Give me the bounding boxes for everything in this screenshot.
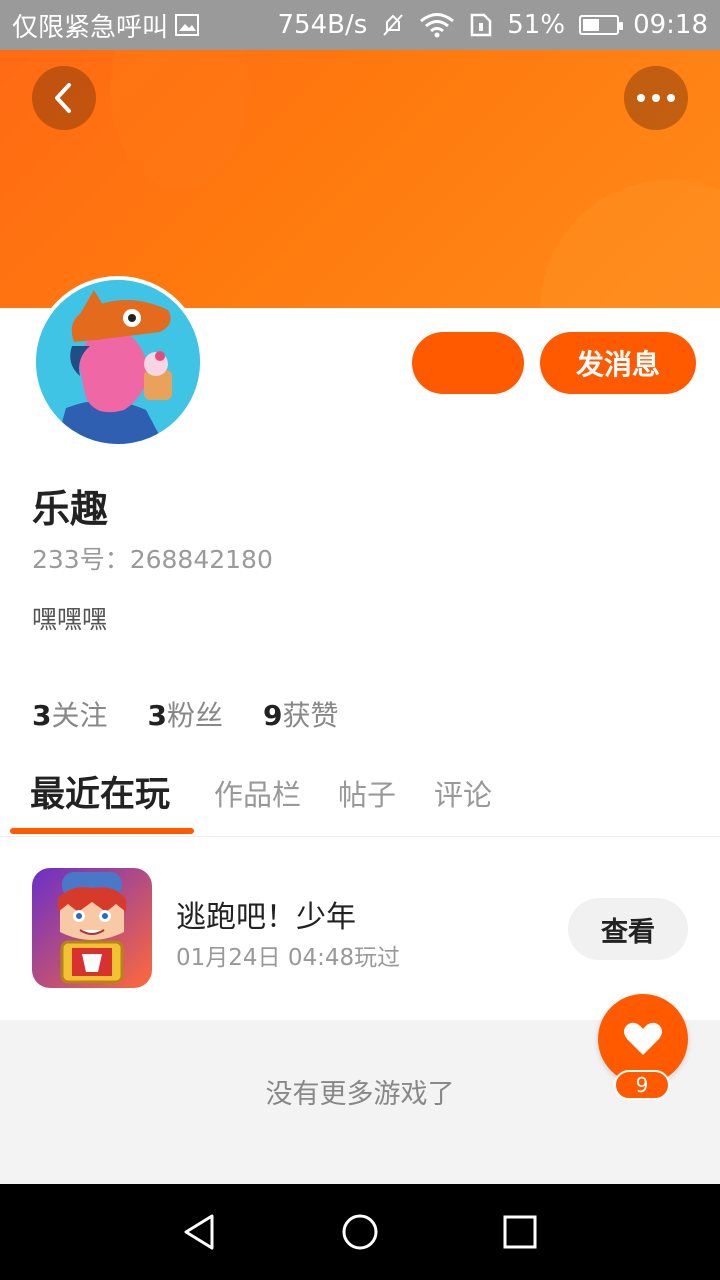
image-icon bbox=[174, 13, 200, 37]
battery-fill bbox=[583, 19, 600, 31]
heart-icon bbox=[624, 1022, 662, 1055]
active-tab-indicator bbox=[10, 828, 194, 834]
stat-followers[interactable]: 3粉丝 bbox=[148, 694, 224, 734]
carrier-text: 仅限紧急呼叫 bbox=[12, 12, 169, 43]
game-icon bbox=[32, 868, 152, 988]
avatar-image bbox=[36, 280, 200, 444]
stat-label: 获赞 bbox=[282, 699, 339, 732]
more-dots-icon bbox=[637, 94, 675, 102]
username: 乐趣 bbox=[32, 487, 109, 531]
battery-icon bbox=[579, 15, 624, 35]
home-circle-icon bbox=[342, 1214, 378, 1250]
avatar[interactable] bbox=[32, 276, 204, 448]
battery-percent: 51% bbox=[507, 10, 566, 40]
stat-label: 粉丝 bbox=[166, 699, 223, 732]
like-count-badge: 9 bbox=[614, 1070, 670, 1100]
nav-back-button[interactable] bbox=[178, 1210, 222, 1254]
clock: 09:18 bbox=[633, 10, 708, 40]
user-bio: 嘿嘿嘿 bbox=[32, 605, 108, 634]
banner-decoration bbox=[540, 180, 720, 308]
game-played-time: 01月24日 04:48玩过 bbox=[176, 945, 401, 971]
nav-recents-button[interactable] bbox=[498, 1210, 542, 1254]
net-speed: 754B/s bbox=[277, 10, 368, 40]
tab-works[interactable]: 作品栏 bbox=[214, 772, 301, 814]
nav-home-button[interactable] bbox=[338, 1210, 382, 1254]
recent-square-icon bbox=[503, 1215, 537, 1249]
banner-decoration bbox=[110, 50, 250, 190]
list-item[interactable]: 逃跑吧！少年 01月24日 04:48玩过 查看 bbox=[0, 838, 720, 1020]
status-bar: 仅限紧急呼叫 754B/s 51% 09:18 bbox=[0, 0, 720, 50]
wifi-icon bbox=[419, 12, 455, 38]
stat-likes[interactable]: 9获赞 bbox=[263, 694, 339, 734]
back-button[interactable] bbox=[32, 66, 96, 130]
send-message-button[interactable]: 发消息 bbox=[540, 332, 696, 394]
profile-banner bbox=[0, 50, 720, 308]
empty-list-text: 没有更多游戏了 bbox=[265, 1079, 455, 1110]
view-button[interactable]: 查看 bbox=[568, 898, 688, 960]
back-triangle-icon bbox=[184, 1214, 214, 1250]
mute-icon bbox=[381, 12, 405, 38]
chevron-left-icon bbox=[55, 83, 71, 113]
status-left: 仅限紧急呼叫 bbox=[12, 7, 200, 44]
stat-following[interactable]: 3关注 bbox=[32, 694, 108, 734]
stat-count: 9 bbox=[263, 699, 283, 732]
follow-button[interactable] bbox=[412, 332, 524, 394]
game-title: 逃跑吧！少年 bbox=[176, 900, 356, 935]
more-button[interactable] bbox=[624, 66, 688, 130]
navigation-bar bbox=[0, 1184, 720, 1280]
stat-count: 3 bbox=[32, 699, 52, 732]
tab-comments[interactable]: 评论 bbox=[434, 772, 492, 814]
sim-icon bbox=[469, 12, 493, 38]
profile-stats: 3关注 3粉丝 9获赞 bbox=[32, 694, 339, 734]
stat-label: 关注 bbox=[51, 699, 108, 732]
user-id: 233号：268842180 bbox=[32, 545, 273, 574]
tab-posts[interactable]: 帖子 bbox=[338, 772, 396, 814]
tab-recent-played[interactable]: 最近在玩 bbox=[30, 766, 170, 817]
stat-count: 3 bbox=[147, 699, 167, 732]
status-right: 754B/s 51% 09:18 bbox=[277, 10, 708, 40]
tab-bar: 最近在玩 作品栏 帖子 评论 bbox=[0, 766, 720, 837]
